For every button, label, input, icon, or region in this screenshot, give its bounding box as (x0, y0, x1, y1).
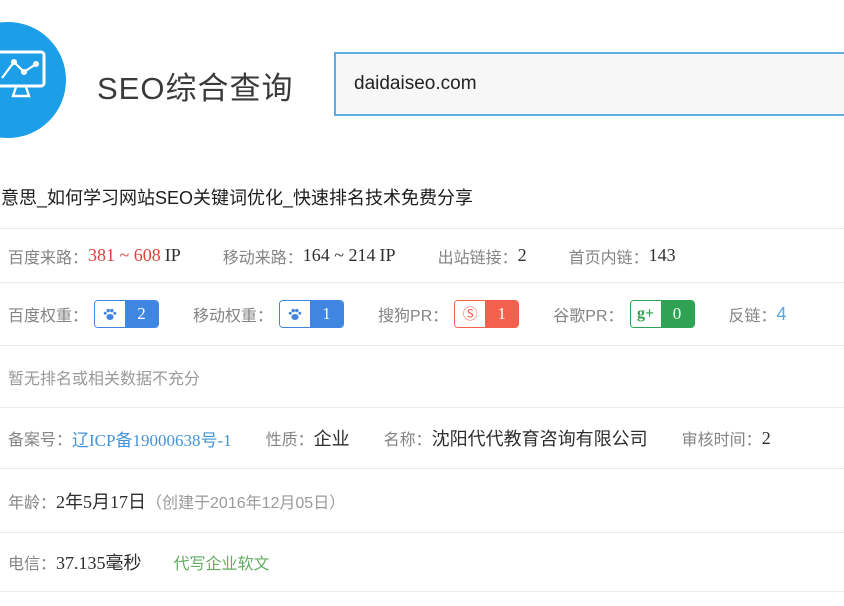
sogou-pr-value: 1 (485, 301, 518, 327)
baidu-weight-value: 2 (125, 301, 158, 327)
mobile-traffic-unit: IP (380, 245, 396, 266)
seo-data-table: 百度来路： 381 ~ 608 IP 移动来路： 164 ~ 214 IP 出站… (0, 228, 844, 592)
mobile-traffic-value: 164 ~ 214 (303, 245, 376, 266)
icp-company-value: 沈阳代代教育咨询有限公司 (432, 425, 648, 451)
icp-company: 名称： 沈阳代代教育咨询有限公司 (384, 425, 648, 451)
sogou-pr-label: 搜狗PR： (378, 302, 448, 326)
icp-audit-label: 审核时间： (682, 426, 762, 450)
baidu-paw-icon (280, 301, 310, 327)
backlinks-value-link[interactable]: 4 (777, 304, 787, 325)
mobile-weight-badge[interactable]: 1 (279, 300, 344, 328)
outbound-links: 出站链接： 2 (438, 244, 527, 268)
soft-article-link[interactable]: 代写企业软文 (174, 550, 270, 574)
age-row: 年龄： 2年5月17日 （创建于2016年12月05日） (0, 469, 844, 533)
backlinks-label: 反链： (729, 302, 777, 326)
mobile-weight-value: 1 (310, 301, 343, 327)
baidu-weight-label: 百度权重： (8, 302, 88, 326)
telecom-speed-value: 37.135毫秒 (56, 549, 142, 575)
traffic-row: 百度来路： 381 ~ 608 IP 移动来路： 164 ~ 214 IP 出站… (0, 229, 844, 283)
icp-nature: 性质： 企业 (266, 425, 350, 451)
icp-company-label: 名称： (384, 426, 432, 450)
search-input[interactable] (334, 52, 844, 116)
google-pr-value: 0 (661, 301, 694, 327)
mobile-traffic-label: 移动来路： (223, 244, 303, 268)
outbound-links-label: 出站链接： (438, 244, 518, 268)
site-logo[interactable] (0, 22, 66, 138)
app-title: SEO综合查询 (97, 63, 293, 108)
icp-number-link[interactable]: 辽ICP备19000638号-1 (72, 426, 232, 451)
norank-row: 暂无排名或相关数据不充分 (0, 346, 844, 408)
icp-nature-label: 性质： (266, 426, 314, 450)
icp-row: 备案号： 辽ICP备19000638号-1 性质： 企业 名称： 沈阳代代教育咨… (0, 408, 844, 469)
homepage-links-value: 143 (649, 245, 676, 266)
google-pr-label: 谷歌PR： (553, 302, 623, 326)
google-pr-badge[interactable]: g+ 0 (630, 300, 695, 328)
mobile-weight: 移动权重： 1 (193, 300, 344, 328)
sogou-pr-badge[interactable]: Ⓢ 1 (454, 300, 519, 328)
baidu-traffic-unit: IP (165, 245, 181, 266)
baidu-traffic-value: 381 ~ 608 (88, 245, 161, 266)
norank-text: 暂无排名或相关数据不充分 (8, 365, 200, 389)
backlinks: 反链： 4 (729, 302, 787, 326)
speed-row: 电信： 37.135毫秒 代写企业软文 (0, 533, 844, 592)
mobile-weight-label: 移动权重： (193, 302, 273, 326)
monitor-chart-icon (0, 50, 48, 116)
outbound-links-value: 2 (518, 245, 527, 266)
queried-site-title: 意思_如何学习网站SEO关键词优化_快速排名技术免费分享 (1, 184, 473, 210)
baidu-paw-icon (95, 301, 125, 327)
age-value: 2年5月17日 (56, 488, 146, 514)
telecom-speed-label: 电信： (8, 550, 56, 574)
seo-query-page: { "header": { "title": "SEO综合查询", "searc… (0, 0, 844, 606)
icp-nature-value: 企业 (314, 425, 350, 451)
baidu-weight-badge[interactable]: 2 (94, 300, 159, 328)
icp-number: 备案号： 辽ICP备19000638号-1 (8, 426, 232, 451)
icp-audit-time: 审核时间： 2 (682, 426, 771, 450)
sogou-s-icon: Ⓢ (455, 301, 485, 327)
homepage-links: 首页内链： 143 (569, 244, 676, 268)
icp-number-label: 备案号： (8, 426, 72, 450)
google-plus-icon: g+ (631, 301, 661, 327)
sogou-pr: 搜狗PR： Ⓢ 1 (378, 300, 519, 328)
homepage-links-label: 首页内链： (569, 244, 649, 268)
baidu-traffic-label: 百度来路： (8, 244, 88, 268)
google-pr: 谷歌PR： g+ 0 (553, 300, 694, 328)
weights-row: 百度权重： 2 移动权重： (0, 283, 844, 346)
baidu-traffic: 百度来路： 381 ~ 608 IP (8, 244, 181, 268)
age-created-note: （创建于2016年12月05日） (146, 489, 345, 513)
baidu-weight: 百度权重： 2 (8, 300, 159, 328)
icp-audit-value: 2 (762, 428, 771, 449)
mobile-traffic: 移动来路： 164 ~ 214 IP (223, 244, 396, 268)
age-label: 年龄： (8, 489, 56, 513)
